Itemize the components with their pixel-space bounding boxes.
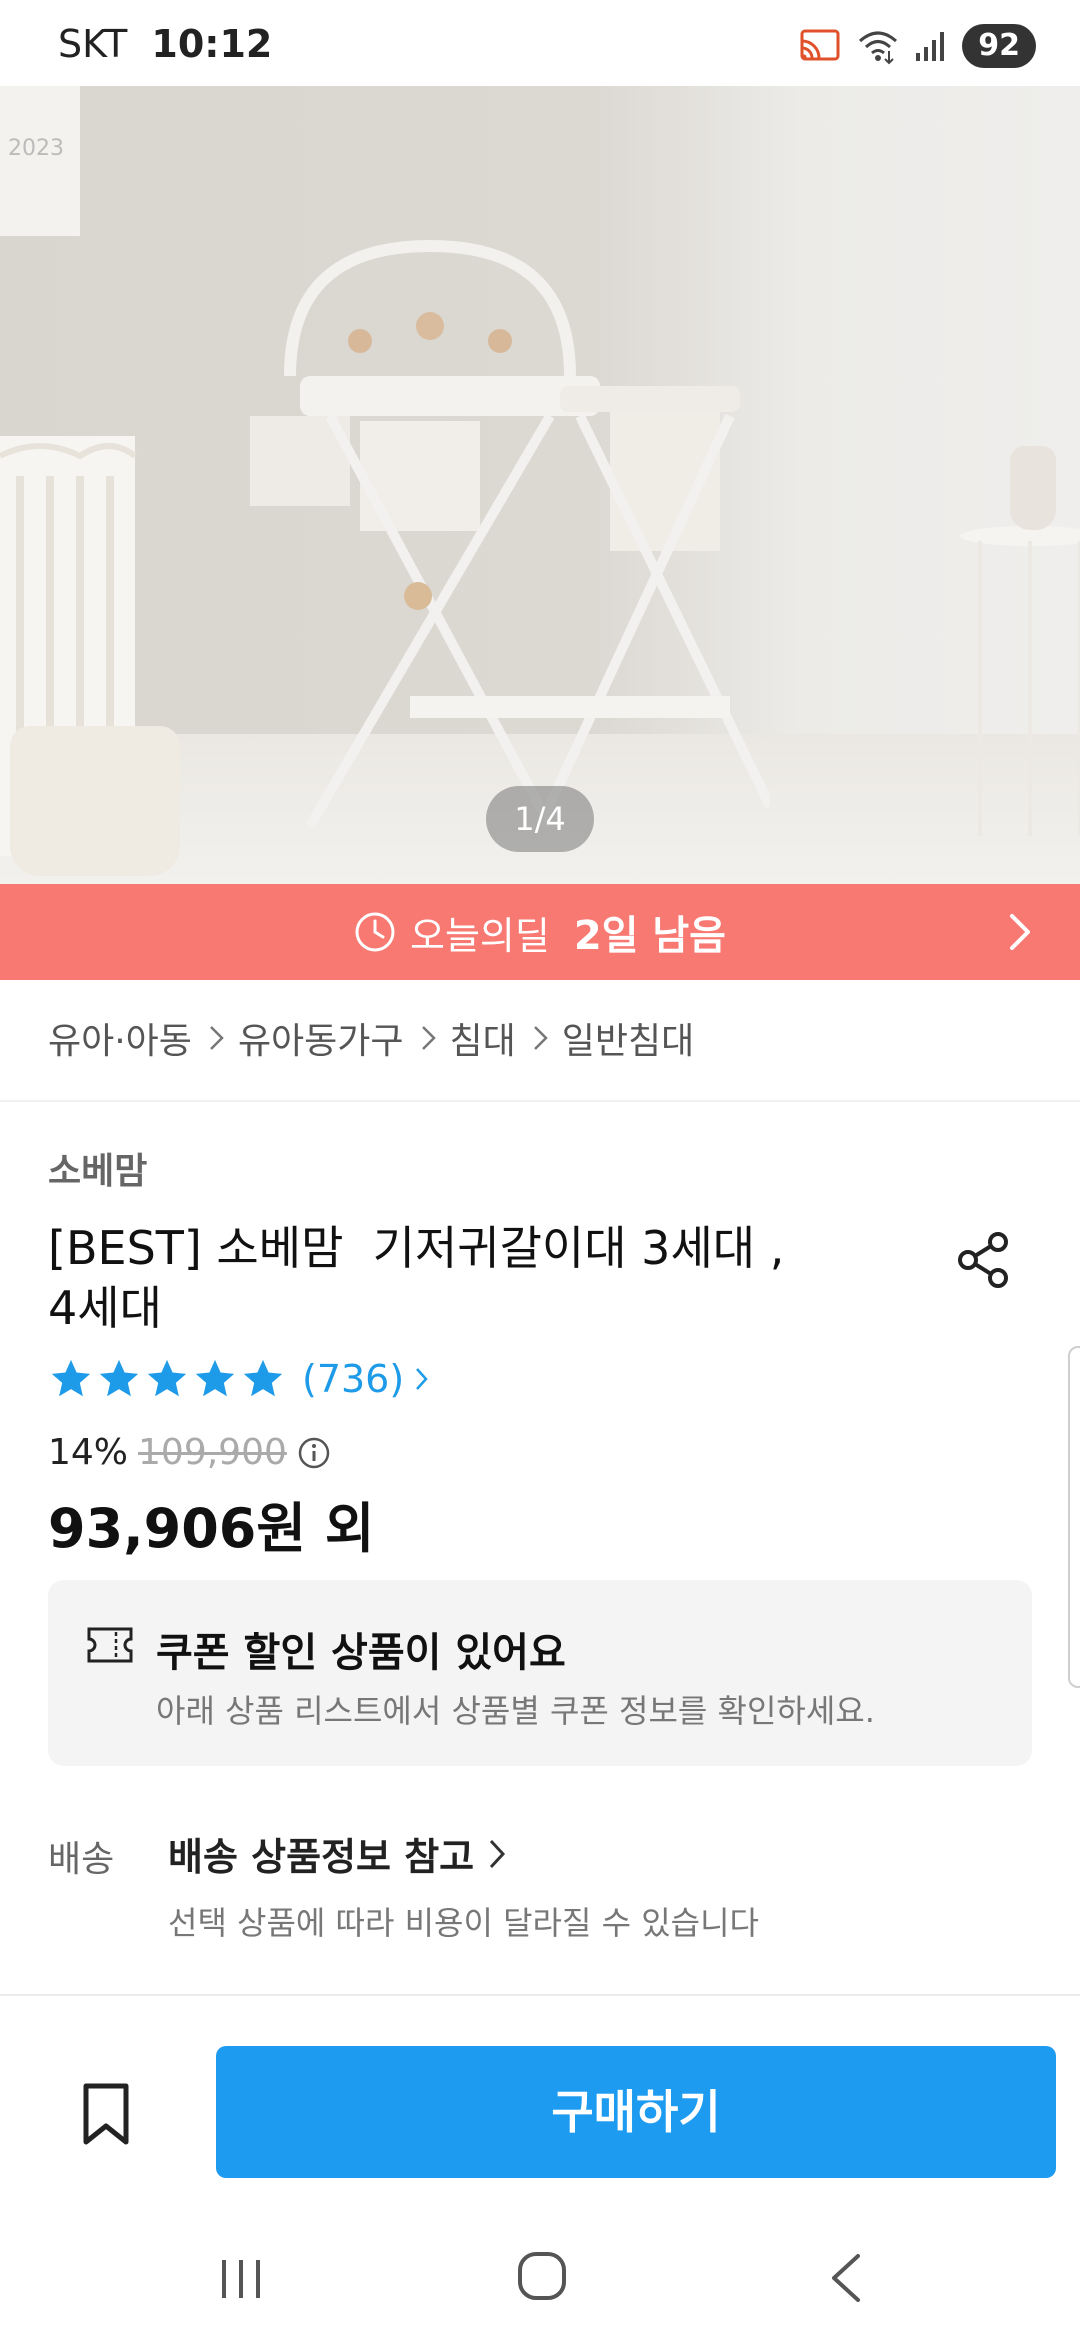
coupon-title: 쿠폰 할인 상품이 있어요	[156, 1630, 566, 1676]
chevron-right-icon	[490, 1839, 506, 1868]
image-pager-indicator: 1/4	[486, 786, 594, 852]
wall-calendar: 2023	[0, 86, 80, 236]
star-icon	[243, 1359, 283, 1397]
system-navigation-bar	[0, 2218, 1080, 2340]
chevron-right-icon	[210, 1026, 224, 1050]
screen-cast-icon	[800, 29, 840, 61]
carrier-label: SKT	[58, 22, 128, 66]
product-title: [BEST] 소베맘 기저귀갈이대 3세대 , 4세대	[48, 1218, 848, 1338]
chevron-right-icon	[416, 1368, 428, 1390]
status-icons: 92	[798, 24, 1036, 68]
rating-row[interactable]: (736)	[48, 1356, 430, 1402]
product-title-line-2: 4세대	[48, 1281, 162, 1335]
basket-illustration	[10, 726, 180, 876]
coupon-description: 아래 상품 리스트에서 상품별 쿠폰 정보를 확인하세요.	[156, 1692, 875, 1730]
shipping-label: 배송	[48, 1839, 115, 1880]
brand-name[interactable]: 소베맘	[48, 1142, 147, 1194]
discount-rate: 14%	[48, 1432, 129, 1473]
divider	[0, 1100, 1080, 1102]
breadcrumb-item-kids-furniture[interactable]: 유아동가구	[238, 1012, 404, 1064]
scroll-indicator	[1068, 1346, 1080, 1688]
breadcrumb-item-general-bed[interactable]: 일반침대	[562, 1012, 694, 1064]
breadcrumb: 유아·아동 유아동가구 침대 일반침대	[48, 1012, 694, 1064]
info-icon[interactable]	[297, 1436, 331, 1470]
todays-deal-banner[interactable]: 오늘의딜 2일 남음	[0, 884, 1080, 980]
chevron-right-icon	[421, 1026, 436, 1050]
status-bar: SKT 10:12 92	[0, 0, 1080, 86]
price-row: 14% 109,900	[48, 1432, 331, 1473]
product-title-line-1: [BEST] 소베맘 기저귀갈이대 3세대 ,	[48, 1221, 785, 1275]
breadcrumb-item-baby-kids[interactable]: 유아·아동	[48, 1012, 192, 1064]
buy-button[interactable]: 구매하기	[216, 2046, 1056, 2178]
share-icon[interactable]	[952, 1228, 1016, 1292]
review-count[interactable]: (736)	[302, 1357, 404, 1401]
star-icon	[147, 1359, 187, 1397]
clock-icon	[355, 912, 395, 952]
back-icon[interactable]	[826, 2252, 866, 2304]
changing-table-illustration	[250, 239, 770, 829]
status-left: SKT 10:12	[58, 22, 272, 66]
coupon-notice: 쿠폰 할인 상품이 있어요 아래 상품 리스트에서 상품별 쿠폰 정보를 확인하…	[48, 1580, 1032, 1766]
signal-icon	[916, 32, 945, 61]
sale-price: 93,906원 외	[48, 1497, 375, 1560]
shipping-title: 배송 상품정보 참고	[168, 1835, 475, 1879]
battery-badge: 92	[962, 24, 1036, 68]
wifi-icon	[859, 31, 898, 65]
clock-time: 10:12	[151, 22, 273, 66]
star-icon	[51, 1359, 91, 1397]
vase-illustration	[1010, 446, 1056, 530]
shipping-info-link[interactable]: 배송 상품정보 참고	[168, 1826, 506, 1881]
chevron-right-icon	[533, 1026, 548, 1050]
chevron-right-icon	[1010, 914, 1030, 950]
original-price: 109,900	[138, 1432, 287, 1473]
coupon-icon	[87, 1627, 133, 1663]
breadcrumb-item-bed[interactable]: 침대	[450, 1012, 516, 1064]
shipping-description: 선택 상품에 따라 비용이 달라질 수 있습니다	[168, 1904, 759, 1942]
recent-apps-icon[interactable]	[216, 2254, 266, 2304]
divider	[0, 1994, 1080, 1996]
star-icon	[195, 1359, 235, 1397]
product-image-gallery[interactable]: 2023 1/4	[0, 86, 1080, 884]
home-icon[interactable]	[516, 2250, 568, 2302]
star-icon	[99, 1359, 139, 1397]
deal-remaining-time: 2일 남음	[573, 913, 726, 959]
bookmark-icon[interactable]	[78, 2082, 134, 2146]
deal-label: 오늘의딜	[409, 913, 550, 958]
